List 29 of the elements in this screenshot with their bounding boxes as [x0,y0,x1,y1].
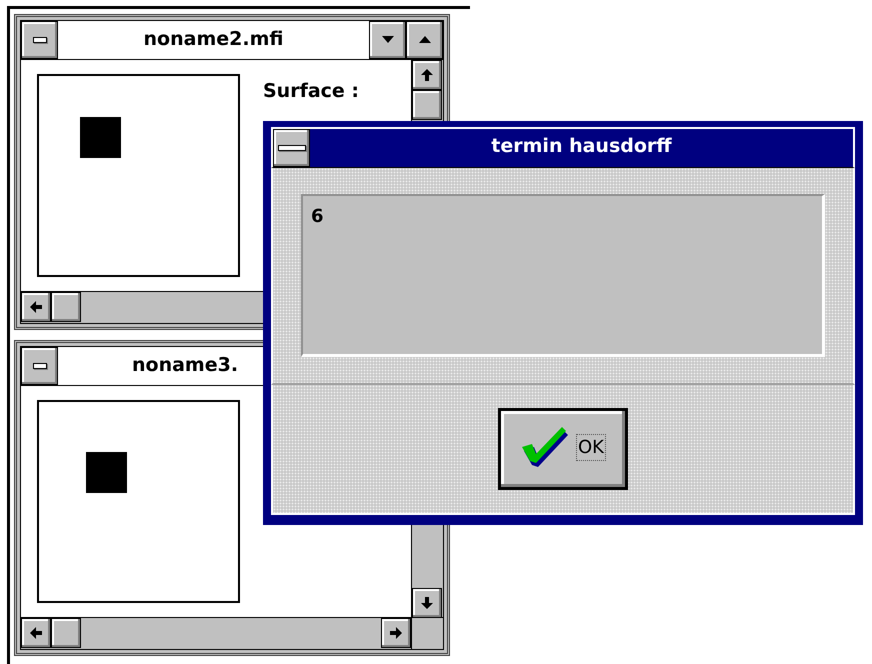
surface-label: Surface : [263,80,360,102]
scroll-thumb[interactable] [51,292,81,322]
window-title: noname3. [131,353,240,378]
scroll-right-button[interactable] [381,618,411,648]
left-arrow-icon [30,627,42,639]
system-menu-button[interactable] [21,21,58,59]
square-shape [86,452,127,493]
down-triangle-icon [382,36,394,44]
minimize-button[interactable] [369,21,406,59]
up-arrow-icon [421,69,433,81]
ok-button[interactable]: OK [498,408,628,490]
window-title: noname2.mfi [142,27,284,52]
scroll-thumb[interactable] [51,618,81,648]
left-arrow-icon [30,301,42,313]
scroll-up-button[interactable] [412,60,442,90]
down-arrow-icon [421,597,433,609]
scroll-thumb[interactable] [412,90,442,120]
up-triangle-icon [418,36,430,44]
system-menu-button[interactable] [273,129,310,167]
horizontal-scrollbar[interactable] [21,617,411,649]
maximize-button[interactable] [406,21,443,59]
right-arrow-icon [390,627,402,639]
system-menu-button[interactable] [21,347,58,385]
scroll-left-button[interactable] [21,618,51,648]
square-shape [80,117,121,158]
dialog-title: termin hausdorff [490,134,673,159]
message-text: 6 [311,206,324,227]
scroll-down-button[interactable] [412,588,442,618]
scroll-left-button[interactable] [21,292,51,322]
